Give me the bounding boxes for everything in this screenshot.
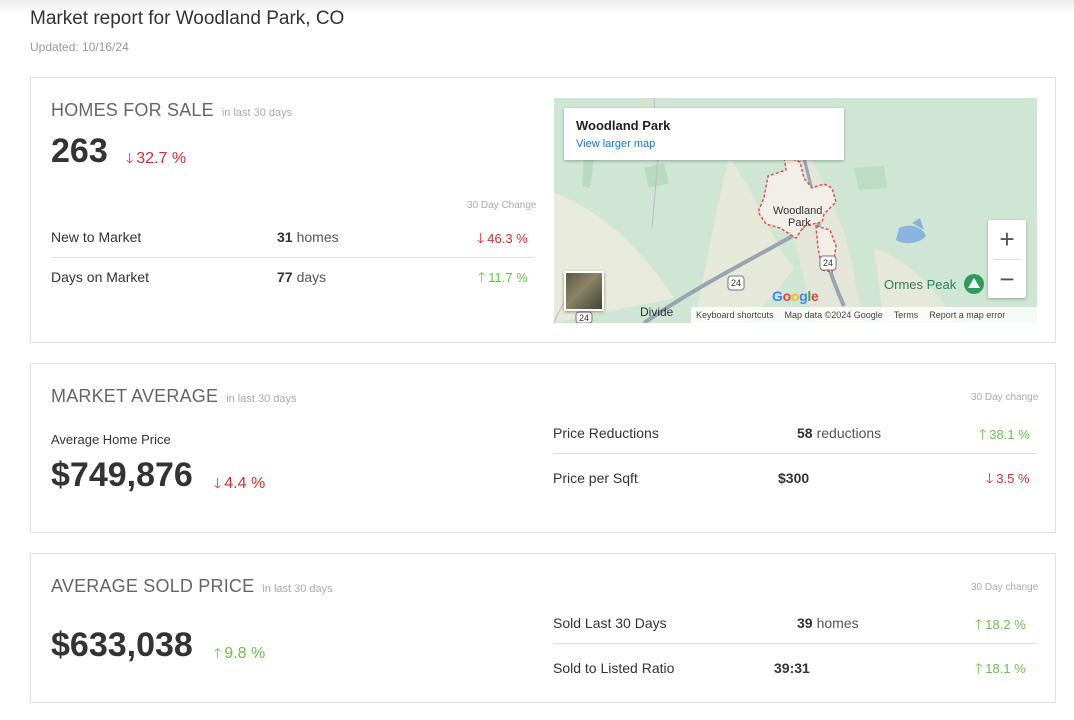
- market-average-subtitle: in last 30 days: [226, 393, 297, 405]
- homes-change-header: 30 Day Change: [467, 200, 537, 211]
- map-place-title: Woodland Park: [576, 118, 671, 133]
- row-divider: [553, 453, 1037, 454]
- map-town-label: Woodland: [773, 205, 823, 217]
- route-24-marker: 24: [731, 278, 742, 288]
- arrow-up-icon: 🡑: [478, 269, 486, 285]
- map-zoom-controls: + −: [988, 220, 1026, 298]
- keyboard-shortcuts-link[interactable]: Keyboard shortcuts: [696, 310, 774, 320]
- sold-to-listed-ratio-label: Sold to Listed Ratio: [553, 660, 675, 676]
- average-home-price-value: $749,876: [51, 456, 193, 494]
- new-to-market-value: 31 homes: [277, 229, 339, 245]
- market-average-title: MARKET AVERAGE in last 30 days: [51, 386, 297, 406]
- map-embed[interactable]: 24 24 24 Woodland Park Ormes Peak Divide…: [554, 98, 1037, 323]
- price-reductions-change: 🡑 38.1 %: [979, 426, 1030, 442]
- zoom-out-button[interactable]: −: [988, 260, 1026, 298]
- homes-for-sale-count: 263: [51, 132, 108, 170]
- arrow-down-icon: 🡓: [126, 150, 134, 166]
- average-sold-price-value: $633,038: [51, 626, 193, 664]
- average-sold-price-card: AVERAGE SOLD PRICE in last 30 days 30 Day…: [30, 553, 1056, 703]
- terms-link[interactable]: Terms: [894, 310, 919, 320]
- homes-for-sale-change: 🡓 32.7 %: [126, 150, 187, 167]
- arrow-up-icon: 🡑: [979, 426, 987, 442]
- market-average-change-header: 30 Day change: [971, 392, 1039, 403]
- arrow-down-icon: 🡓: [214, 475, 222, 491]
- average-sold-price-change: 🡑 9.8 %: [214, 645, 266, 662]
- average-sold-price-title: AVERAGE SOLD PRICE in last 30 days: [51, 576, 333, 596]
- days-on-market-value: 77 days: [277, 269, 327, 285]
- page-title: Market report for Woodland Park, CO: [30, 8, 345, 29]
- average-sold-price-subtitle: in last 30 days: [262, 583, 333, 595]
- zoom-in-button[interactable]: +: [988, 220, 1026, 258]
- sold-to-listed-ratio-value: 39:31: [774, 660, 810, 676]
- price-per-sqft-label: Price per Sqft: [553, 470, 638, 486]
- view-larger-map-link[interactable]: View larger map: [576, 138, 655, 150]
- route-24-marker: 24: [579, 313, 590, 323]
- price-reductions-value: 58 reductions: [797, 425, 882, 441]
- homes-for-sale-title: HOMES FOR SALE in last 30 days: [51, 100, 293, 120]
- map-town-label: Park: [788, 217, 811, 229]
- arrow-down-icon: 🡓: [986, 470, 994, 486]
- google-logo: Google: [772, 288, 819, 304]
- row-divider: [51, 257, 534, 258]
- price-per-sqft-change: 🡓 3.5 %: [986, 470, 1030, 486]
- market-average-card: MARKET AVERAGE in last 30 days 30 Day cha…: [30, 363, 1056, 533]
- sold-to-listed-ratio-change: 🡑 18.1 %: [975, 660, 1026, 676]
- arrow-down-icon: 🡓: [477, 230, 485, 246]
- satellite-toggle-button[interactable]: [564, 271, 604, 311]
- days-on-market-change: 🡑 11.7 %: [478, 269, 528, 285]
- new-to-market-change: 🡓 46.3 %: [477, 230, 528, 246]
- price-per-sqft-value: $300: [778, 470, 810, 486]
- new-to-market-label: New to Market: [51, 229, 142, 245]
- map-footer: Keyboard shortcuts Map data ©2024 Google…: [691, 307, 1037, 323]
- homes-for-sale-subtitle: in last 30 days: [221, 107, 293, 119]
- homes-for-sale-card: HOMES FOR SALE in last 30 days 263 🡓 32.7 …: [30, 77, 1056, 343]
- average-home-price-change: 🡓 4.4 %: [214, 475, 266, 492]
- price-reductions-label: Price Reductions: [553, 425, 659, 441]
- map-divide-label: Divide: [640, 305, 674, 319]
- map-place-card: Woodland Park View larger map: [564, 108, 844, 160]
- average-sold-change-header: 30 Day change: [971, 582, 1039, 593]
- route-24-marker: 24: [823, 258, 834, 268]
- map-peak-label: Ormes Peak: [884, 277, 957, 292]
- average-home-price-label: Average Home Price: [51, 432, 171, 447]
- days-on-market-label: Days on Market: [51, 269, 150, 285]
- arrow-up-icon: 🡑: [975, 616, 983, 632]
- map-data-attribution: Map data ©2024 Google: [784, 310, 883, 320]
- arrow-up-icon: 🡑: [975, 660, 983, 676]
- report-map-error-link[interactable]: Report a map error: [929, 310, 1005, 320]
- sold-last-30-days-value: 39 homes: [797, 615, 859, 631]
- sold-last-30-days-change: 🡑 18.2 %: [975, 616, 1026, 632]
- updated-date: Updated: 10/16/24: [30, 40, 129, 54]
- row-divider: [553, 643, 1037, 644]
- arrow-up-icon: 🡑: [214, 645, 222, 661]
- sold-last-30-days-label: Sold Last 30 Days: [553, 615, 667, 631]
